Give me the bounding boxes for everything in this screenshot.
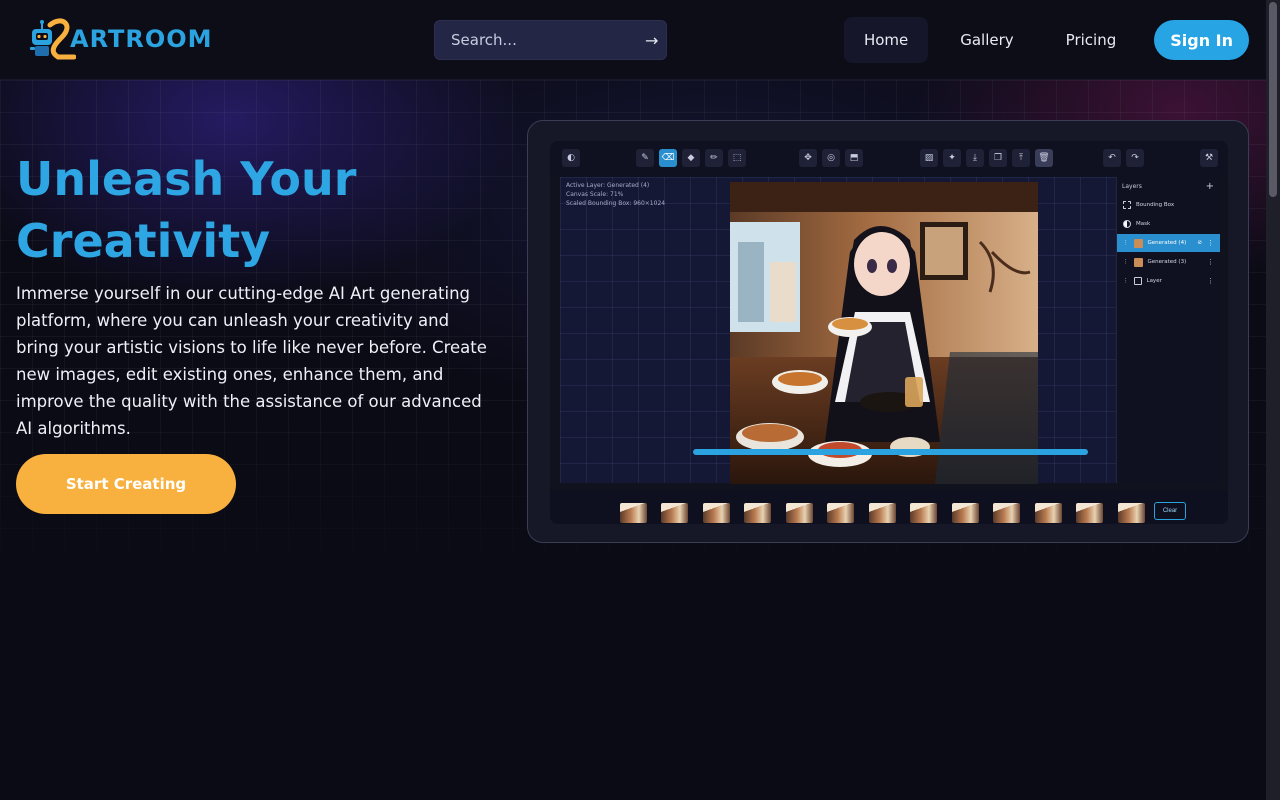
contrast-icon bbox=[1123, 220, 1131, 228]
layer-name: Layer bbox=[1146, 278, 1162, 284]
image-icon: ▨ bbox=[920, 149, 938, 167]
sign-in-button[interactable]: Sign In bbox=[1154, 20, 1249, 60]
top-navbar: ARTROOM → Home Gallery Pricing Sign In bbox=[0, 0, 1266, 80]
thumbnail[interactable] bbox=[869, 503, 896, 523]
layer-item[interactable]: ⋮ Generated (3) ⋮ bbox=[1117, 253, 1220, 271]
image-thumb-icon bbox=[1133, 238, 1143, 248]
thumbnail[interactable] bbox=[993, 503, 1020, 523]
generation-thumbnail-strip: Clear bbox=[550, 490, 1228, 524]
wand-icon: ✦ bbox=[943, 149, 961, 167]
search-bar[interactable]: → bbox=[434, 20, 667, 60]
select-icon: ⬚ bbox=[728, 149, 746, 167]
canvas-active-layer: Active Layer: Generated (4) bbox=[566, 182, 650, 189]
eraser-icon: ⌫ bbox=[659, 149, 677, 167]
thumbnail[interactable] bbox=[1035, 503, 1062, 523]
hero-title-line-2: Creativity bbox=[16, 214, 271, 268]
generated-anime-artwork bbox=[730, 182, 1038, 484]
drag-handle-icon[interactable]: ⋮ bbox=[1123, 240, 1129, 246]
nav-home[interactable]: Home bbox=[843, 17, 929, 63]
thumbnail[interactable] bbox=[661, 503, 688, 523]
upload-icon: ⤒ bbox=[1012, 149, 1030, 167]
image-icon bbox=[1133, 277, 1142, 285]
canvas-scale: Canvas Scale: 71% bbox=[566, 191, 624, 198]
undo-icon: ↶ bbox=[1103, 149, 1121, 167]
trash-icon: 🗑 bbox=[1035, 149, 1053, 167]
hero-description: Immerse yourself in our cutting-edge AI … bbox=[16, 284, 487, 438]
editor-toolbar: ◐ ✎ ⌫ ◆ ✏ ⬚ ✥ ◎ ⬒ ▨ ✦ ⤓ ❐ ⤒ 🗑 ↶ ↷ ⚒ bbox=[550, 141, 1228, 177]
search-input[interactable] bbox=[451, 31, 645, 49]
app-preview-frame: ◐ ✎ ⌫ ◆ ✏ ⬚ ✥ ◎ ⬒ ▨ ✦ ⤓ ❐ ⤒ 🗑 ↶ ↷ ⚒ Acti… bbox=[527, 120, 1249, 543]
fill-icon: ◆ bbox=[682, 149, 700, 167]
layers-panel: Layers + Bounding Box Mask ⋮ Generated (… bbox=[1116, 177, 1220, 483]
layer-name: Mask bbox=[1136, 221, 1151, 227]
layer-name: Generated (4) bbox=[1147, 240, 1187, 246]
layers-title: Layers bbox=[1122, 182, 1142, 190]
more-options-icon[interactable]: ⋮ bbox=[1207, 258, 1214, 266]
resize-icon: ⬒ bbox=[845, 149, 863, 167]
dashed-box-icon bbox=[1123, 201, 1131, 209]
scrollbar-thumb[interactable] bbox=[1269, 2, 1277, 197]
brand-logo[interactable]: ARTROOM bbox=[28, 17, 213, 61]
layer-item[interactable]: Mask bbox=[1117, 215, 1220, 233]
settings-wrench-icon: ⚒ bbox=[1200, 149, 1218, 167]
thumbnail[interactable] bbox=[910, 503, 937, 523]
copy-icon: ❐ bbox=[989, 149, 1007, 167]
contrast-icon: ◐ bbox=[562, 149, 580, 167]
arrow-right-icon[interactable]: → bbox=[645, 31, 658, 50]
layer-item[interactable]: Bounding Box bbox=[1117, 196, 1220, 214]
thumbnail[interactable] bbox=[620, 503, 647, 523]
page-scrollbar[interactable] bbox=[1266, 0, 1280, 800]
canvas-info: Active Layer: Generated (4) Canvas Scale… bbox=[566, 181, 665, 208]
thumbnail[interactable] bbox=[1118, 503, 1145, 523]
redo-icon: ↷ bbox=[1126, 149, 1144, 167]
layer-item[interactable]: ⋮ Layer ⋮ bbox=[1117, 272, 1220, 290]
nav-pricing[interactable]: Pricing bbox=[1046, 17, 1137, 63]
move-icon: ✥ bbox=[799, 149, 817, 167]
hero-title: Unleash Your Creativity bbox=[16, 148, 496, 272]
clear-thumbnails-button[interactable]: Clear bbox=[1154, 502, 1186, 520]
brush-icon: ✎ bbox=[636, 149, 654, 167]
canvas-bounding-box: Scaled Bounding Box: 960×1024 bbox=[566, 200, 666, 207]
layer-item-active[interactable]: ⋮ Generated (4) ⊘ ⋮ bbox=[1117, 234, 1220, 252]
brand-name: ARTROOM bbox=[70, 25, 213, 53]
download-icon: ⤓ bbox=[966, 149, 984, 167]
more-options-icon[interactable]: ⋮ bbox=[1207, 277, 1214, 285]
drag-handle-icon[interactable]: ⋮ bbox=[1123, 259, 1129, 265]
hero-title-line-1: Unleash Your bbox=[16, 152, 357, 206]
layer-name: Bounding Box bbox=[1136, 202, 1175, 208]
target-icon: ◎ bbox=[822, 149, 840, 167]
thumbnail[interactable] bbox=[952, 503, 979, 523]
main-nav: Home Gallery Pricing Sign In bbox=[832, 17, 1249, 63]
editor-canvas: Active Layer: Generated (4) Canvas Scale… bbox=[560, 177, 1116, 484]
layer-name: Generated (3) bbox=[1147, 259, 1187, 265]
thumbnail[interactable] bbox=[1076, 503, 1103, 523]
start-creating-button[interactable]: Start Creating bbox=[16, 454, 236, 514]
nav-gallery[interactable]: Gallery bbox=[940, 17, 1033, 63]
more-options-icon[interactable]: ⋮ bbox=[1207, 239, 1214, 247]
pencil-icon: ✏ bbox=[705, 149, 723, 167]
thumbnail[interactable] bbox=[703, 503, 730, 523]
add-layer-icon[interactable]: + bbox=[1206, 181, 1214, 192]
eye-off-icon[interactable]: ⊘ bbox=[1197, 240, 1202, 246]
generation-progress-bar bbox=[693, 449, 1088, 455]
thumbnail[interactable] bbox=[786, 503, 813, 523]
drag-handle-icon[interactable]: ⋮ bbox=[1123, 278, 1129, 284]
robot-logo-icon bbox=[28, 17, 77, 61]
thumbnail[interactable] bbox=[827, 503, 854, 523]
image-thumb-icon bbox=[1133, 257, 1143, 267]
app-preview-screen: ◐ ✎ ⌫ ◆ ✏ ⬚ ✥ ◎ ⬒ ▨ ✦ ⤓ ❐ ⤒ 🗑 ↶ ↷ ⚒ Acti… bbox=[550, 141, 1228, 524]
thumbnail[interactable] bbox=[744, 503, 771, 523]
